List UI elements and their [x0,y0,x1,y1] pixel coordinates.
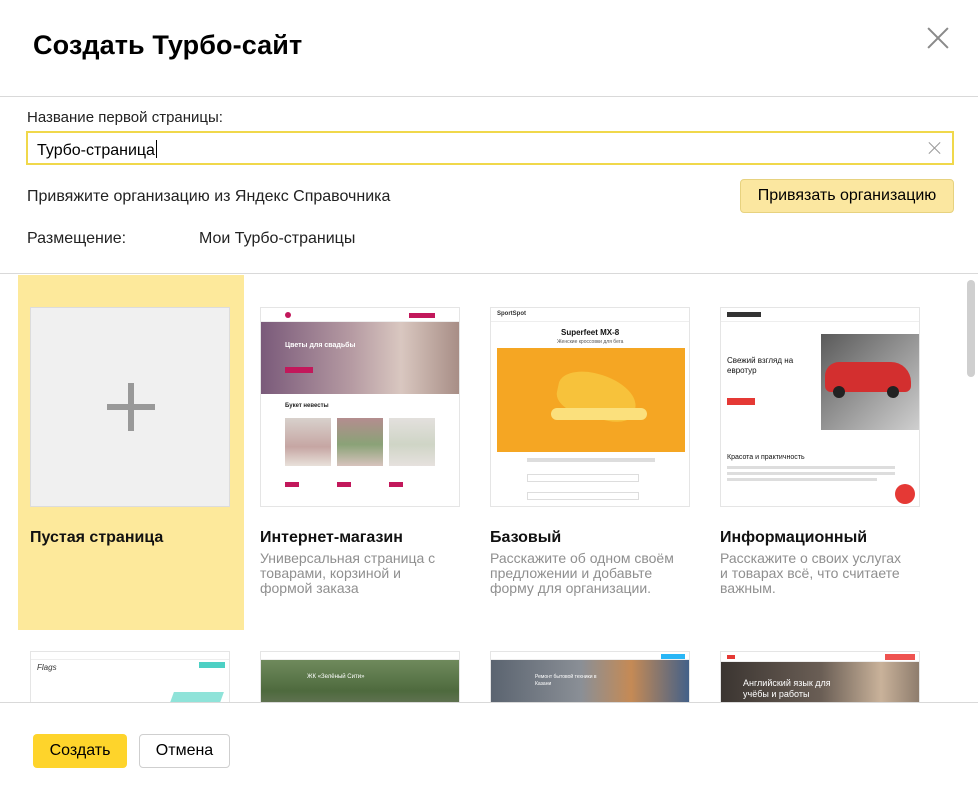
close-icon[interactable] [922,22,954,54]
template-title: Пустая страница [30,529,164,546]
template-description: Расскажите о своих услугах и товарах всё… [720,550,902,596]
page-settings-form: Название первой страницы: Турбо-страница… [0,97,978,274]
info-section-text: Красота и практичность [727,454,805,461]
estate-hero-text: ЖК «Зелёный Сити» [307,674,365,680]
template-thumbnail-basic: SportSpot Superfeet MX-8 Женские кроссов… [490,307,690,507]
link-organization-button[interactable]: Привязать организацию [740,179,954,213]
template-thumbnail-shop: Цветы для свадьбы Букет невесты [260,307,460,507]
dialog-header: Создать Турбо-сайт [0,0,978,97]
english-hero-text: Английский язык для учёбы и работы [743,678,831,699]
template-thumbnail-info: Свежий взгляд на евротур Красота и практ… [720,307,920,507]
basic-sub-text: Женские кроссовки для бега [557,339,624,345]
template-card-shop[interactable]: Цветы для свадьбы Букет невесты Интернет… [248,275,474,630]
template-thumbnail-flags: Flags [30,651,230,702]
template-thumbnail-blank [30,307,230,507]
template-card-repair[interactable]: Ремонт бытовой техники в Казани [478,651,704,702]
gallery-scrollbar[interactable] [967,280,975,377]
clear-input-icon[interactable] [928,141,942,155]
create-button[interactable]: Создать [33,734,127,768]
dialog-title: Создать Турбо-сайт [33,30,303,60]
template-title: Интернет-магазин [260,529,403,546]
cancel-button[interactable]: Отмена [139,734,230,768]
template-card-blank[interactable]: Пустая страница [18,275,244,630]
template-description: Универсальная страница с товарами, корзи… [260,550,436,596]
dialog-footer: Создать Отмена [0,702,978,793]
template-gallery: Пустая страница Цветы для свадьбы Букет … [0,275,978,702]
info-hero-text: Свежий взгляд на евротур [727,356,794,375]
template-card-info[interactable]: Свежий взгляд на евротур Красота и практ… [708,275,934,630]
template-card-english[interactable]: Английский язык для учёбы и работы [708,651,934,702]
shop-section-text: Букет невесты [285,403,329,409]
template-thumbnail-repair: Ремонт бытовой техники в Казани [490,651,690,702]
template-card-basic[interactable]: SportSpot Superfeet MX-8 Женские кроссов… [478,275,704,630]
link-organization-text: Привяжите организацию из Яндекс Справочн… [27,188,391,205]
placement-label: Размещение: [27,230,127,247]
template-title: Базовый [490,529,562,546]
page-name-label: Название первой страницы: [27,109,223,126]
template-description: Расскажите об одном своём предложении и … [490,550,674,596]
flags-brand-text: Flags [37,663,57,672]
page-name-value: Турбо-страница [37,140,157,159]
basic-headline-text: Superfeet MX-8 [561,328,620,337]
repair-hero-text: Ремонт бытовой техники в Казани [535,674,597,687]
template-thumbnail-estate: ЖК «Зелёный Сити» [260,651,460,702]
template-thumbnail-english: Английский язык для учёбы и работы [720,651,920,702]
shop-hero-text: Цветы для свадьбы [285,342,356,349]
template-title: Информационный [720,529,868,546]
template-card-estate[interactable]: ЖК «Зелёный Сити» [248,651,474,702]
template-card-flags[interactable]: Flags [18,651,244,702]
create-turbo-site-dialog: Создать Турбо-сайт Название первой стран… [0,0,978,793]
placement-value: Мои Турбо-страницы [199,230,356,247]
basic-brand-text: SportSpot [497,311,526,317]
page-name-input[interactable]: Турбо-страница [26,131,954,165]
